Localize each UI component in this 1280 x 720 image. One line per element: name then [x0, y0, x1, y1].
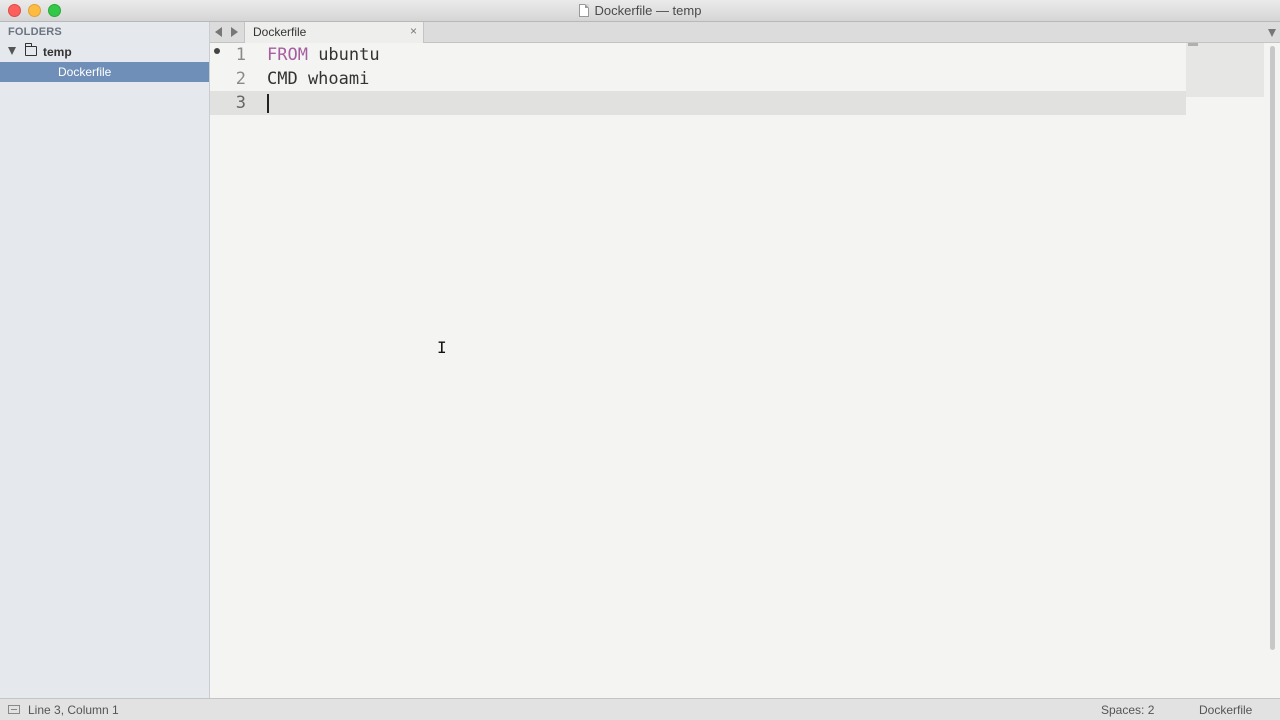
- code-token: ubuntu: [307, 45, 380, 65]
- tab-next-arrow-icon[interactable]: [231, 27, 238, 37]
- status-indentation[interactable]: Spaces: 2: [1101, 703, 1154, 717]
- minimap[interactable]: [1186, 43, 1264, 97]
- line-number: 3: [235, 93, 246, 113]
- folder-row-temp[interactable]: temp: [0, 43, 209, 61]
- status-cursor-position: Line 3, Column 1: [28, 703, 119, 717]
- sidebar-file-dockerfile[interactable]: Dockerfile: [0, 62, 209, 82]
- status-syntax[interactable]: Dockerfile: [1199, 703, 1252, 717]
- keyword-token: FROM: [267, 45, 308, 65]
- tab-bar: Dockerfile ×: [210, 22, 1280, 43]
- code-line-3: 3: [210, 91, 1186, 115]
- tab-close-icon[interactable]: ×: [410, 24, 417, 38]
- code-line-2: 2 CMD whoami: [210, 67, 1186, 91]
- line-number: 1: [235, 45, 246, 65]
- tab-prev-arrow-icon[interactable]: [215, 27, 222, 37]
- folder-icon: [24, 43, 37, 56]
- status-bar: Line 3, Column 1 Spaces: 2 Dockerfile: [0, 698, 1280, 720]
- mouse-ibeam-cursor-icon: I: [437, 338, 447, 357]
- code-editor[interactable]: 1 FROM ubuntu 2 CMD whoami 3 I: [210, 43, 1280, 698]
- text-caret: [267, 94, 269, 113]
- line-number: 2: [235, 69, 246, 89]
- folders-header: FOLDERS: [8, 26, 62, 38]
- folder-label: temp: [43, 45, 72, 59]
- title-bar: Dockerfile — temp: [0, 0, 1280, 22]
- document-icon: [578, 4, 589, 17]
- tab-dockerfile[interactable]: Dockerfile ×: [244, 22, 424, 43]
- minimap-viewport-indicator[interactable]: [1188, 43, 1198, 46]
- file-label: Dockerfile: [58, 65, 112, 79]
- disclosure-triangle-icon[interactable]: [8, 47, 16, 55]
- tab-label: Dockerfile: [253, 25, 307, 39]
- modified-line-marker-icon: [214, 48, 220, 54]
- code-line-1: 1 FROM ubuntu: [210, 43, 1186, 67]
- window-title-area: Dockerfile — temp: [0, 3, 1280, 18]
- code-text: FROM ubuntu: [267, 45, 380, 65]
- code-text: CMD whoami: [267, 69, 370, 89]
- panel-toggle-icon[interactable]: [8, 705, 20, 714]
- vertical-scrollbar[interactable]: [1270, 46, 1275, 650]
- tab-list-dropdown-icon[interactable]: [1268, 29, 1276, 37]
- window-title: Dockerfile — temp: [594, 3, 702, 18]
- sidebar: FOLDERS temp Dockerfile: [0, 22, 210, 698]
